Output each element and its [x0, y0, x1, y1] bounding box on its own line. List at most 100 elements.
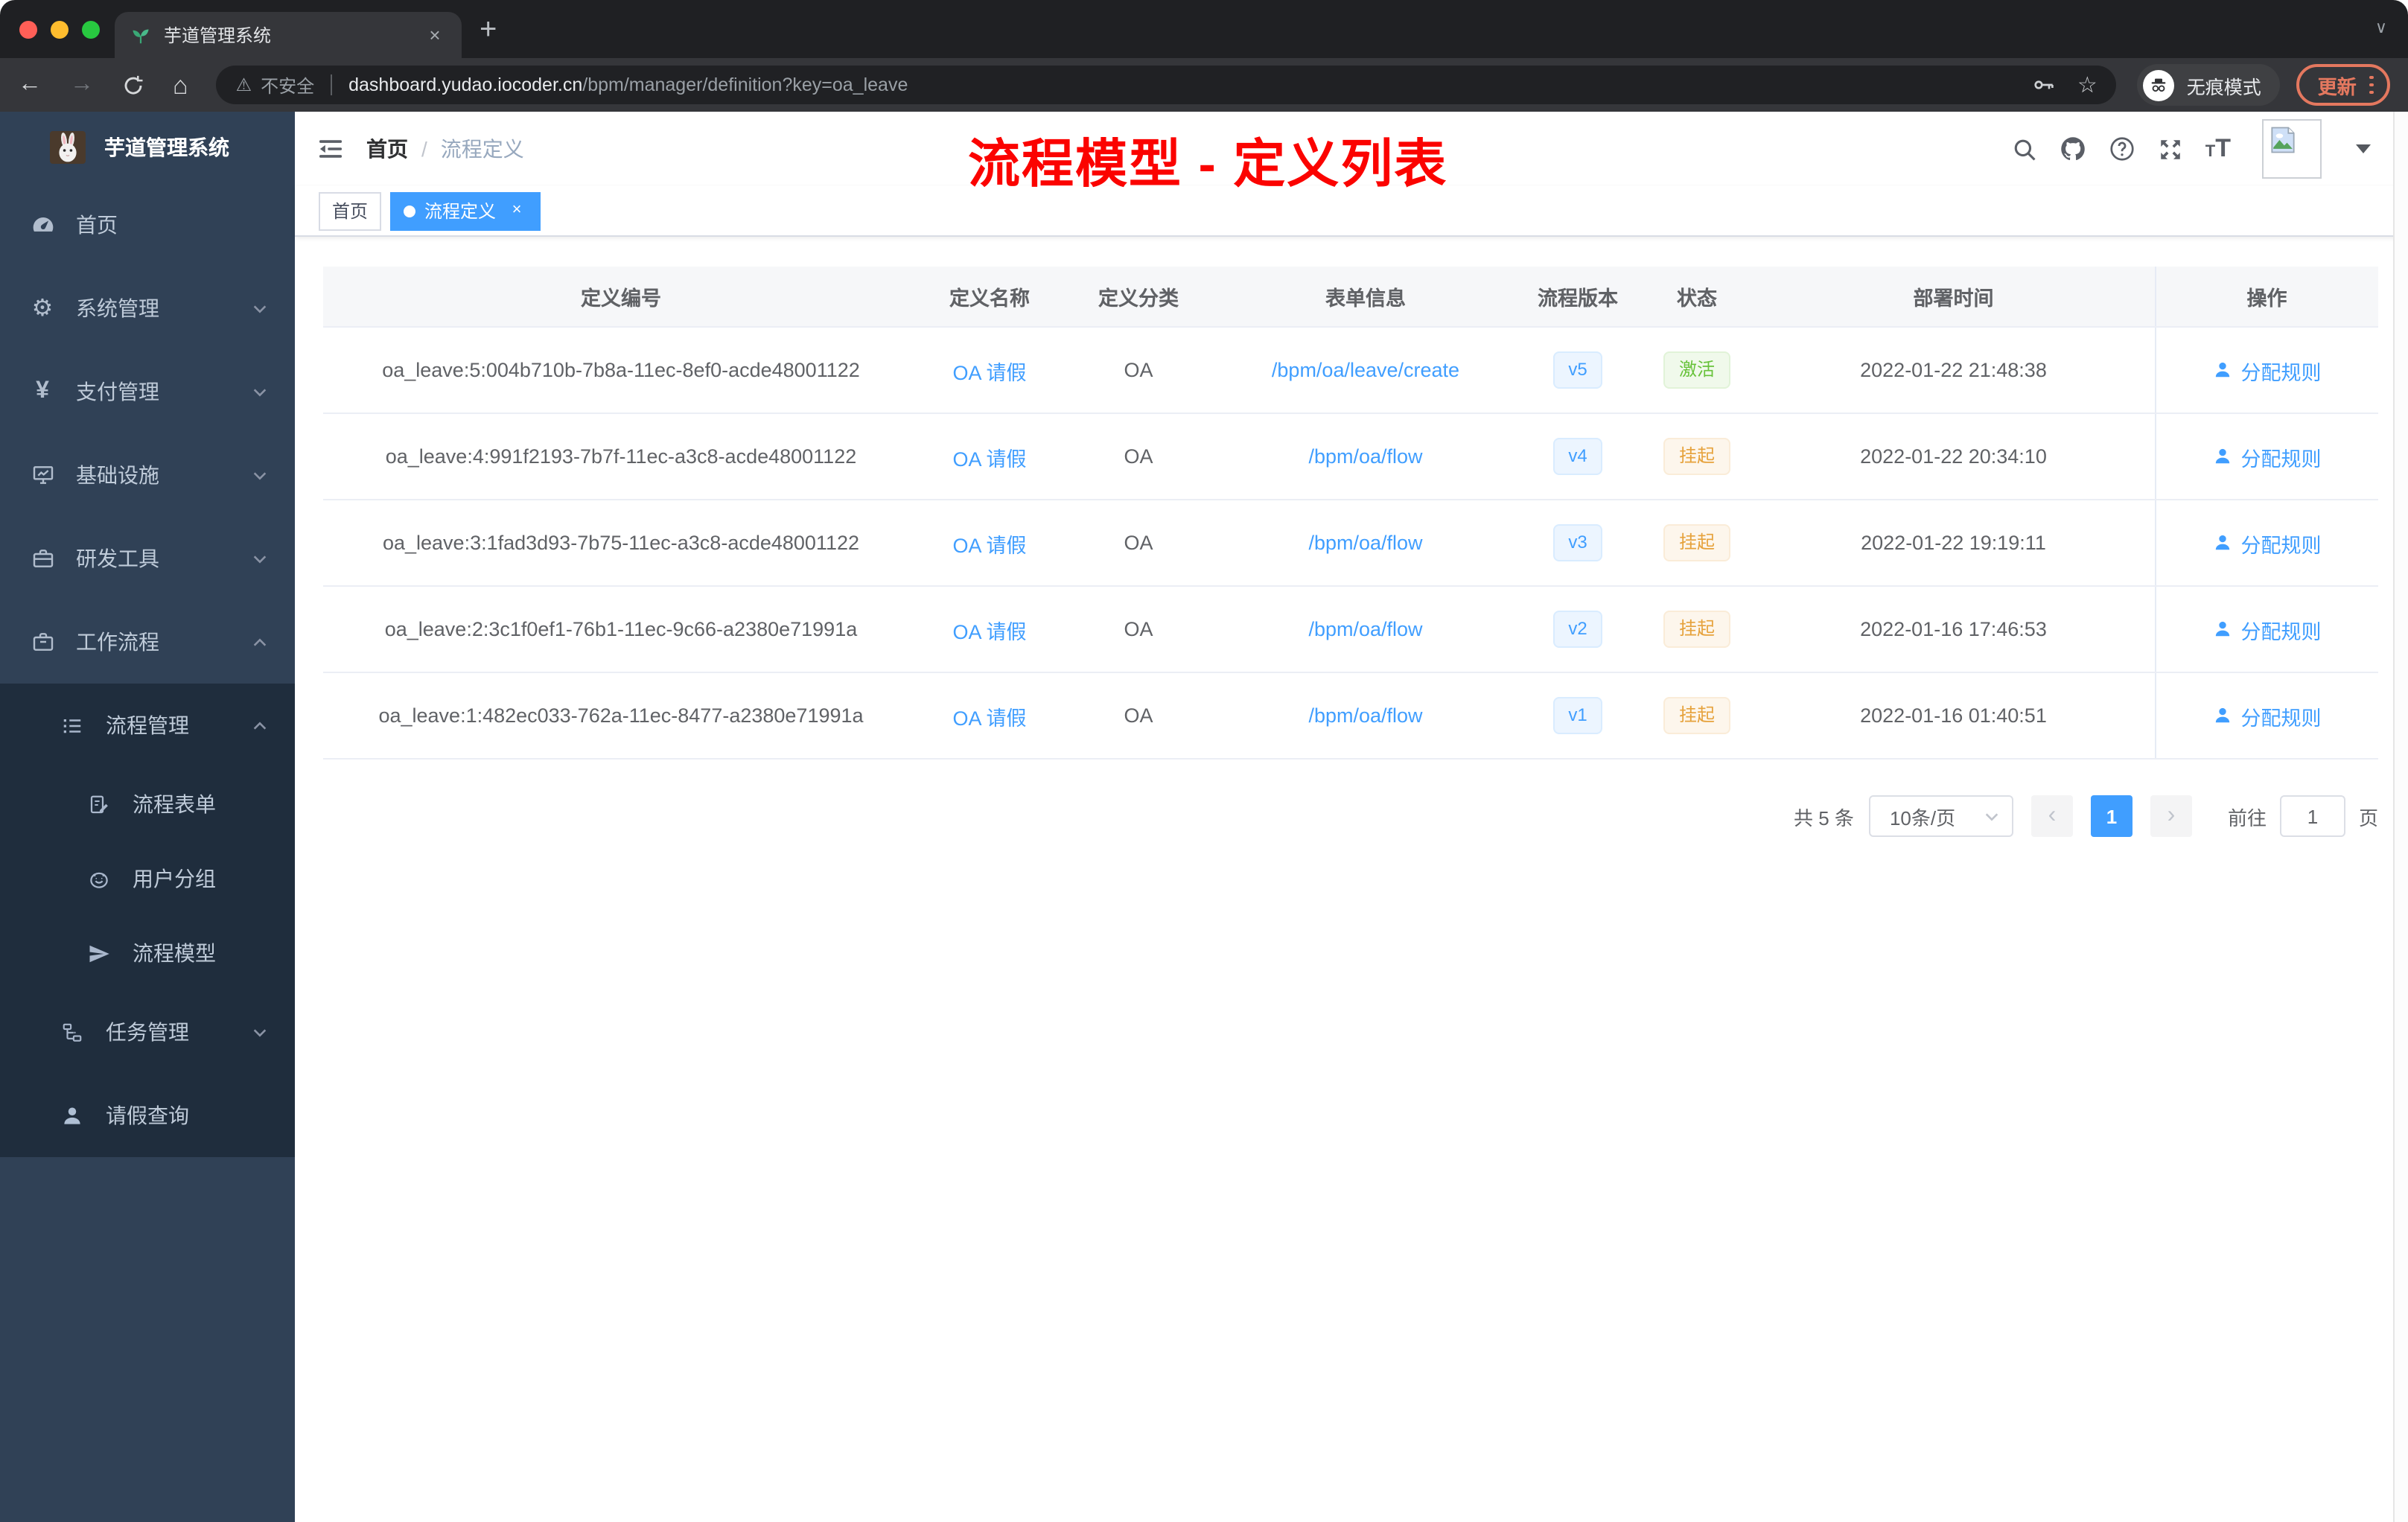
- assign-rule-button[interactable]: 分配规则: [2213, 701, 2322, 730]
- sidebar-item-infrastructure[interactable]: 基础设施: [0, 433, 295, 517]
- current-page-button[interactable]: 1: [2090, 795, 2133, 837]
- version-badge: v5: [1553, 351, 1602, 389]
- robot-face-icon: [86, 866, 112, 891]
- prev-page-button[interactable]: ‹: [2030, 795, 2073, 837]
- annotation-overlay: 流程模型 - 定义列表: [968, 136, 1448, 194]
- sidebar-item-process-management[interactable]: 流程管理: [0, 684, 295, 767]
- sidebar-item-user-group[interactable]: 用户分组: [0, 841, 295, 916]
- tab-search-icon[interactable]: ∨: [2375, 18, 2387, 37]
- workflow-submenu: 流程管理 流程表单 用户分组 流程模型 任务管理 请假查询: [0, 684, 295, 1157]
- fullscreen-icon[interactable]: [2158, 136, 2183, 162]
- definition-name-link[interactable]: OA 请假: [952, 707, 1026, 729]
- sidebar-item-label: 用户分组: [133, 867, 216, 891]
- chevron-down-icon: [252, 550, 268, 567]
- sidebar-item-workflow[interactable]: 工作流程: [0, 600, 295, 684]
- version-badge: v3: [1553, 523, 1602, 562]
- form-link[interactable]: /bpm/oa/leave/create: [1272, 359, 1459, 381]
- status-badge: 挂起: [1663, 610, 1730, 649]
- assign-rule-button[interactable]: 分配规则: [2213, 355, 2322, 385]
- github-icon[interactable]: [2060, 136, 2086, 162]
- chevron-up-icon: [252, 717, 268, 733]
- avatar-caret-icon[interactable]: [2356, 144, 2371, 153]
- sidebar-item-leave-query[interactable]: 请假查询: [0, 1074, 295, 1157]
- cell-definition-id: oa_leave:1:482ec033-762a-11ec-8477-a2380…: [323, 672, 919, 760]
- assign-rule-button[interactable]: 分配规则: [2213, 614, 2322, 644]
- sidebar-item-label: 流程模型: [133, 941, 216, 965]
- font-size-icon[interactable]: TT: [2205, 134, 2231, 164]
- definition-name-link[interactable]: OA 请假: [952, 534, 1026, 556]
- bookmark-star-icon[interactable]: ☆: [2077, 71, 2098, 98]
- password-key-icon[interactable]: [2031, 73, 2055, 97]
- home-icon[interactable]: ⌂: [173, 72, 188, 98]
- yen-icon: ¥: [36, 378, 49, 404]
- minimize-window-button[interactable]: [51, 21, 69, 39]
- address-bar[interactable]: ⚠ 不安全 dashboard.yudao.iocoder.cn/bpm/man…: [216, 66, 2117, 104]
- cell-category: OA: [1060, 327, 1217, 414]
- sidebar-fold-icon[interactable]: [317, 136, 344, 162]
- sidebar-item-payment[interactable]: ¥ 支付管理: [0, 350, 295, 433]
- sidebar-item-task-management[interactable]: 任务管理: [0, 990, 295, 1074]
- cell-category: OA: [1060, 586, 1217, 673]
- new-tab-button[interactable]: +: [480, 10, 497, 49]
- sidebar-item-home[interactable]: 首页: [0, 183, 295, 267]
- status-badge: 挂起: [1663, 696, 1730, 735]
- sidebar-item-process-form[interactable]: 流程表单: [0, 767, 295, 841]
- sidebar-item-label: 支付管理: [76, 380, 159, 404]
- url-path: /bpm/manager/definition?key=oa_leave: [582, 74, 908, 95]
- back-icon[interactable]: ←: [18, 72, 42, 97]
- assign-rule-button[interactable]: 分配规则: [2213, 442, 2322, 471]
- favicon-seedling-icon: [130, 24, 152, 46]
- definition-name-link[interactable]: OA 请假: [952, 620, 1026, 643]
- cell-category: OA: [1060, 672, 1217, 760]
- breadcrumb-home[interactable]: 首页: [366, 134, 408, 164]
- security-warning-icon[interactable]: ⚠: [236, 74, 252, 95]
- sidebar-logo[interactable]: 芋道管理系统: [0, 112, 295, 183]
- chevron-down-icon: [252, 1024, 268, 1040]
- browser-tab[interactable]: 芋道管理系统 ×: [115, 12, 462, 58]
- incognito-badge: 无痕模式: [2137, 64, 2281, 106]
- cell-category: OA: [1060, 413, 1217, 500]
- gear-icon: ⚙: [31, 296, 54, 322]
- goto-page-input[interactable]: [2279, 795, 2345, 837]
- person-icon: [60, 1103, 85, 1128]
- next-page-button[interactable]: ›: [2150, 795, 2192, 837]
- sidebar-item-system[interactable]: ⚙ 系统管理: [0, 267, 295, 350]
- close-window-button[interactable]: [19, 21, 37, 39]
- logo-rabbit-avatar: [49, 131, 86, 164]
- zoom-window-button[interactable]: [82, 21, 100, 39]
- dashboard-icon: [30, 212, 55, 238]
- page-size-select[interactable]: 10条/页: [1868, 795, 2013, 837]
- form-link[interactable]: /bpm/oa/flow: [1308, 618, 1422, 640]
- page-scrollbar[interactable]: [2393, 112, 2408, 1522]
- status-badge: 挂起: [1663, 437, 1730, 476]
- sidebar-item-label: 流程管理: [106, 713, 189, 737]
- definition-name-link[interactable]: OA 请假: [952, 448, 1026, 470]
- definition-name-link[interactable]: OA 请假: [952, 361, 1026, 383]
- main-area: 首页 / 流程定义 T T 流程模型 - 定义列表 首页 流程定义 × 定义编号…: [295, 112, 2408, 1522]
- browser-menu-icon[interactable]: [2369, 75, 2374, 95]
- tag-close-icon[interactable]: ×: [506, 200, 527, 221]
- assign-rule-button[interactable]: 分配规则: [2213, 528, 2322, 558]
- tag-home[interactable]: 首页: [319, 191, 382, 230]
- search-icon[interactable]: [2012, 136, 2037, 162]
- avatar[interactable]: [2262, 119, 2322, 179]
- help-icon[interactable]: [2109, 136, 2135, 162]
- col-status: 状态: [1641, 267, 1753, 328]
- version-badge: v4: [1553, 437, 1602, 476]
- form-link[interactable]: /bpm/oa/flow: [1308, 704, 1422, 727]
- form-link[interactable]: /bpm/oa/flow: [1308, 445, 1422, 468]
- breadcrumb-separator: /: [421, 137, 427, 161]
- monitor-icon: [30, 462, 55, 488]
- list-icon: [60, 713, 85, 738]
- tab-close-icon[interactable]: ×: [423, 23, 447, 47]
- sidebar-item-process-model[interactable]: 流程模型: [0, 916, 295, 990]
- table-row: oa_leave:3:1fad3d93-7b75-11ec-a3c8-acde4…: [323, 500, 2378, 587]
- sidebar-item-devtools[interactable]: 研发工具: [0, 517, 295, 600]
- form-link[interactable]: /bpm/oa/flow: [1308, 532, 1422, 554]
- update-button[interactable]: 更新: [2296, 64, 2390, 106]
- chevron-up-icon: [252, 634, 268, 650]
- sidebar-item-label: 流程表单: [133, 792, 216, 816]
- reload-icon[interactable]: [122, 74, 144, 96]
- tag-process-definition[interactable]: 流程定义 ×: [390, 191, 541, 230]
- forward-icon[interactable]: →: [70, 72, 94, 97]
